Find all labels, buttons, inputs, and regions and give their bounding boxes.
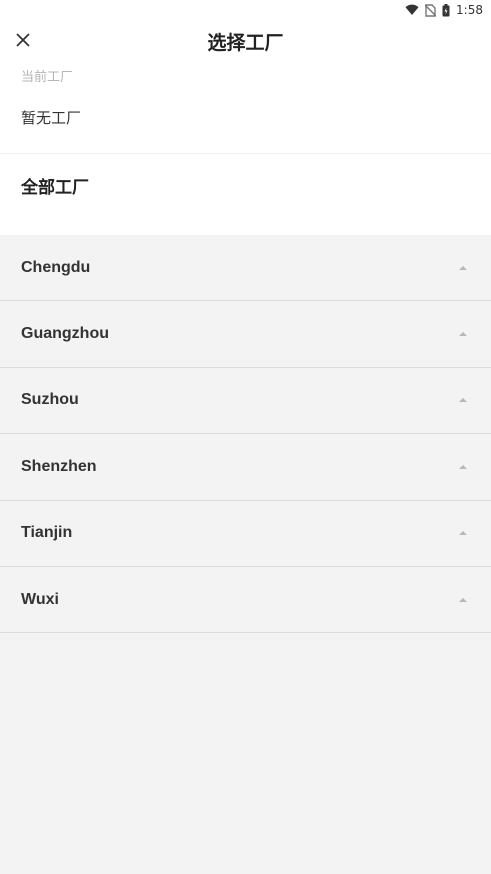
close-icon [16,32,30,51]
chevron-up-icon [459,531,467,536]
factory-item-shenzhen[interactable]: Shenzhen [0,434,491,501]
factory-list: Chengdu Guangzhou Suzhou Shenzhen Tianji… [0,235,491,634]
status-time: 1:58 [456,3,483,17]
factory-item-suzhou[interactable]: Suzhou [0,368,491,435]
wifi-icon [405,4,419,16]
current-factory-section: 当前工厂 暂无工厂 [0,64,491,154]
factory-item-label: Tianjin [21,524,73,542]
close-button[interactable] [8,26,38,56]
header: 选择工厂 [0,20,491,64]
factory-item-label: Suzhou [21,391,79,409]
chevron-up-icon [459,398,467,403]
battery-icon [442,3,450,17]
no-sim-icon [425,3,437,17]
chevron-up-icon [459,597,467,602]
factory-item-chengdu[interactable]: Chengdu [0,235,491,302]
all-factories-title: 全部工厂 [21,178,89,198]
chevron-up-icon [459,464,467,469]
factory-item-wuxi[interactable]: Wuxi [0,567,491,634]
factory-item-label: Wuxi [21,590,59,608]
factory-item-label: Shenzhen [21,457,97,475]
factory-item-guangzhou[interactable]: Guangzhou [0,301,491,368]
factory-item-label: Guangzhou [21,325,109,343]
current-factory-label: 当前工厂 [21,70,74,85]
all-factories-section: 全部工厂 [0,154,491,235]
factory-item-label: Chengdu [21,258,91,276]
chevron-up-icon [459,265,467,270]
current-factory-value: 暂无工厂 [21,109,82,127]
chevron-up-icon [459,332,467,337]
factory-item-tianjin[interactable]: Tianjin [0,501,491,567]
status-bar: 1:58 [0,0,491,20]
top-panel: 1:58 选择工厂 当前工厂 暂无工厂 全部工厂 [0,0,491,235]
page-title: 选择工厂 [207,31,284,54]
